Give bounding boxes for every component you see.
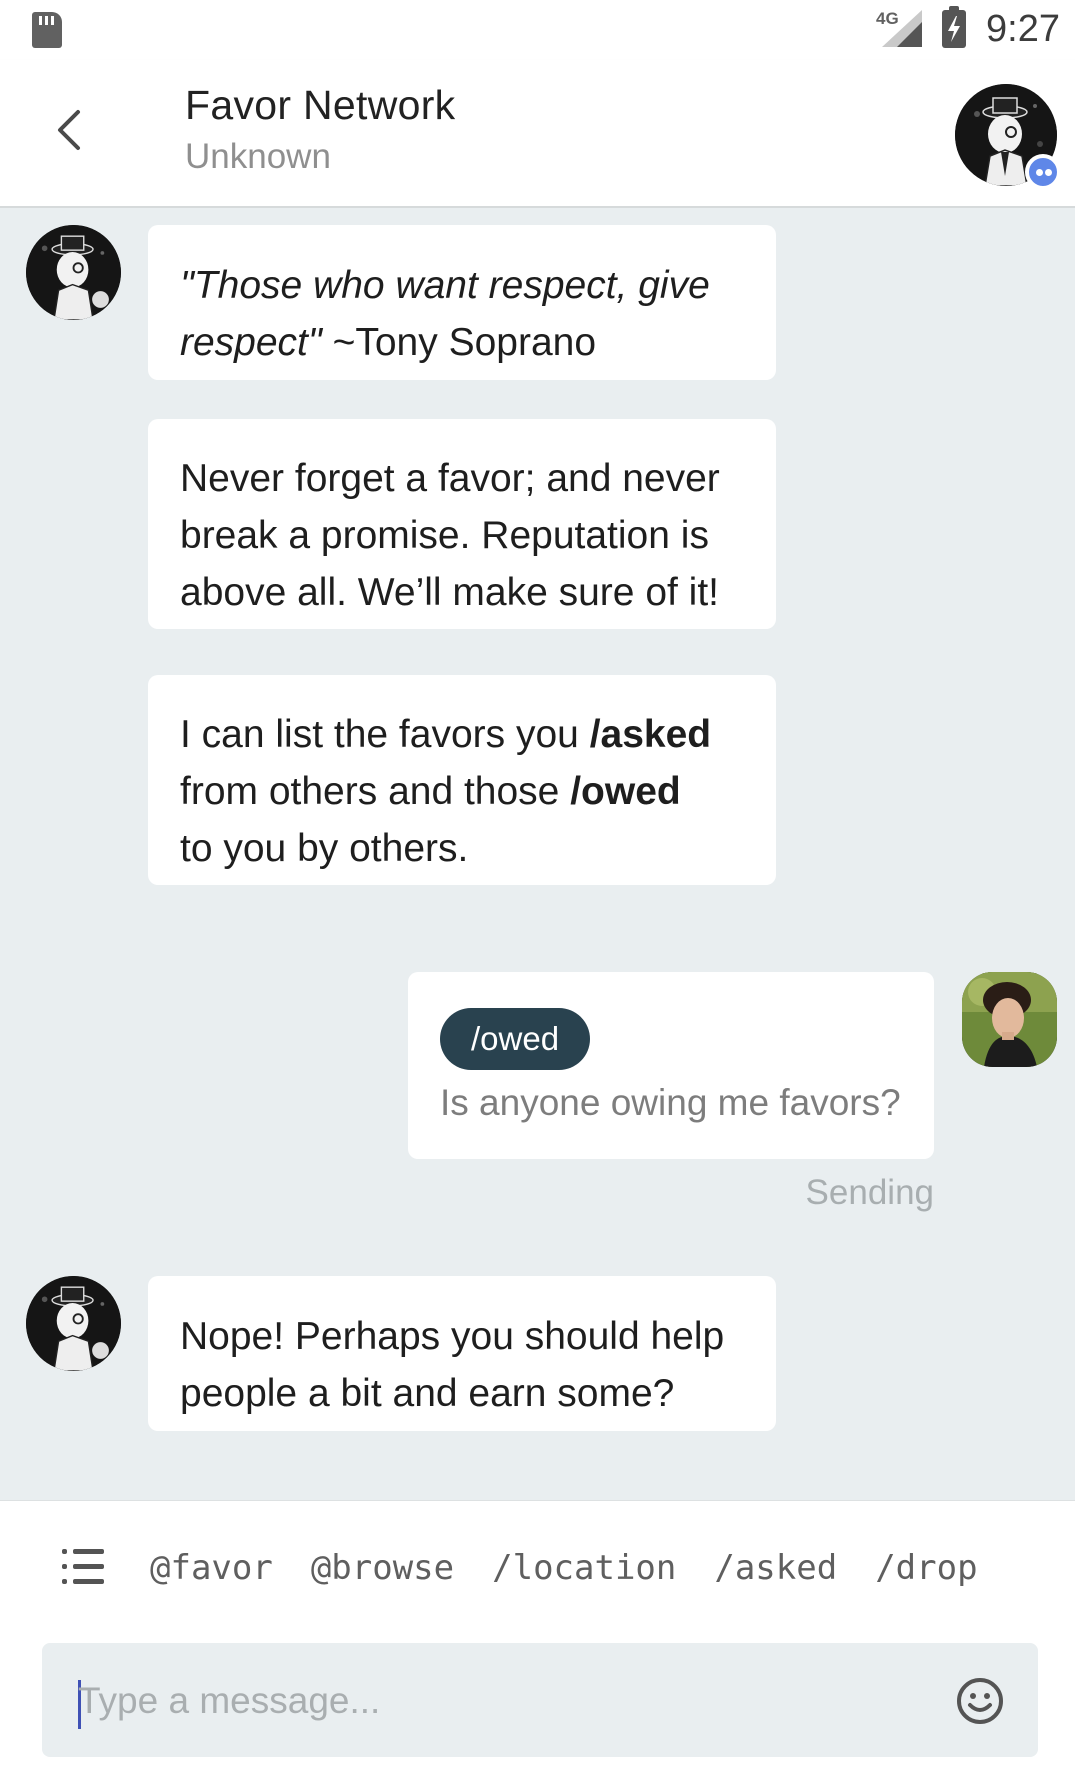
message-line: to you by others. [180,827,469,870]
smiley-icon[interactable] [955,1676,1005,1726]
message-line: Never forget a favor; and never [180,457,720,500]
shortcut-asked[interactable]: /asked [714,1541,837,1595]
message-line: Nope! Perhaps you should help [180,1315,725,1358]
message-line: people a bit and earn some? [180,1372,675,1415]
command-chip[interactable]: /owed [440,1008,591,1070]
command-link-owed[interactable]: /owed [570,770,681,813]
message-text: from others and those [180,770,571,813]
message-bubble-bot: I can list the favors you /asked from ot… [148,675,776,885]
message-bubble-bot: Nope! Perhaps you should help people a b… [148,1276,776,1431]
shortcut-location[interactable]: /location [492,1541,676,1595]
message-send-status: Sending [805,1173,934,1212]
message-text: I can list the favors you [180,713,590,756]
message-line: I can list the favors you /asked [180,706,744,763]
user-avatar[interactable] [962,972,1057,1067]
message-text: respect" [180,321,322,364]
message-input-box[interactable] [42,1643,1038,1757]
command-shortcut-bar: @favor @browse/location/asked/drop [0,1501,1075,1621]
shortcut-browse[interactable]: @browse [311,1541,454,1595]
message-line: above all. We’ll make sure of it! [180,571,720,614]
sd-card-icon [32,12,62,48]
shortcut-favor[interactable]: @favor [150,1541,273,1595]
message-line: break a promise. Reputation is [180,514,709,557]
chat-subtitle: Unknown [185,137,331,176]
message-line: from others and those /owed [180,763,744,820]
message-bubble-bot: Never forget a favor; and never break a … [148,419,776,629]
message-text: "Those who want respect, give [180,264,710,307]
composer: @favor @browse/location/asked/drop [0,1500,1075,1790]
command-link-asked[interactable]: /asked [590,713,711,756]
back-chevron-icon[interactable] [48,100,98,160]
message-line: "Those who want respect, give [180,257,744,314]
chat-header: Favor Network Unknown [0,60,1075,208]
message-text: Is anyone owing me favors? [440,1082,901,1123]
bot-badge-icon [1025,154,1061,190]
list-icon[interactable] [62,1549,104,1585]
message-text: ~Tony Soprano [321,321,597,364]
battery-charging-icon [942,6,966,48]
message-line: respect" ~Tony Soprano [180,314,744,371]
bot-avatar[interactable] [26,1276,121,1371]
signal-icon [882,10,922,47]
chat-title[interactable]: Favor Network [185,82,455,129]
bot-avatar[interactable] [26,225,121,320]
message-bubble-bot: "Those who want respect, give respect" ~… [148,225,776,380]
message-input[interactable] [78,1673,938,1729]
shortcut-list[interactable]: @favor @browse/location/asked/drop [150,1541,1040,1601]
shortcut-drop[interactable]: /drop [875,1541,977,1595]
status-bar: 4G 9:27 [0,0,1075,60]
message-list[interactable]: "Those who want respect, give respect" ~… [0,208,1075,1500]
message-bubble-user: /owed Is anyone owing me favors? [408,972,934,1159]
status-time: 9:27 [986,8,1060,50]
